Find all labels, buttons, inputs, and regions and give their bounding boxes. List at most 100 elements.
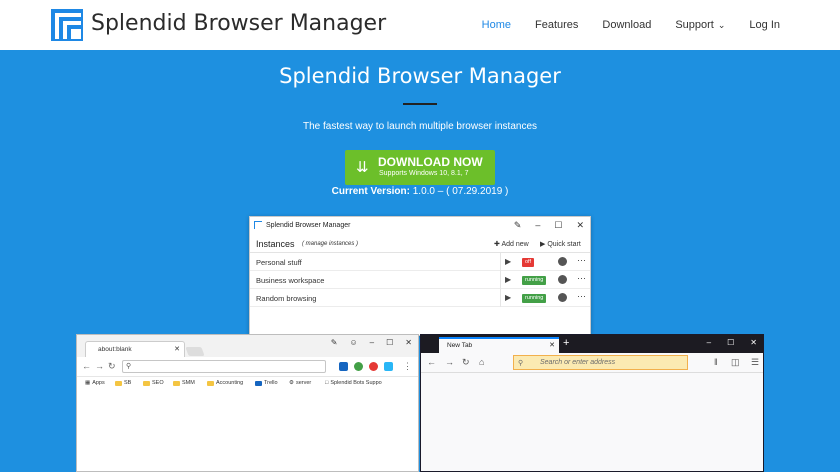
maximize-icon: ☐ xyxy=(554,220,563,230)
status-badge: running xyxy=(522,294,547,303)
chrome-window-screenshot: about:blank ✕ ✎ ☺ – ☐ ✕ ← → ↻ ⚲ ⋮ ▦ Apps … xyxy=(76,334,419,472)
column-divider xyxy=(500,289,501,307)
close-icon: ✕ xyxy=(174,346,180,353)
chrome-address-bar: ⚲ xyxy=(122,360,326,373)
status-badge: off xyxy=(522,258,535,267)
minimize-icon: – xyxy=(369,338,375,347)
chrome-icon xyxy=(558,275,567,284)
bookmark-label: Accounting xyxy=(216,380,244,386)
chrome-icon xyxy=(558,257,567,266)
bookmark-item: ▦ Apps xyxy=(85,380,105,386)
app-titlebar: Splendid Browser Manager ✎ – ☐ ✕ xyxy=(250,217,590,235)
instance-name: Personal stuff xyxy=(256,258,302,267)
folder-icon xyxy=(173,380,180,386)
bookmarks-bar: ▦ Apps SB SEO SMM Accounting Trello ⚙ serv… xyxy=(77,377,418,390)
home-icon: ⌂ xyxy=(479,357,485,367)
bookmark-label: SEO xyxy=(152,380,164,386)
instance-row: Personal stuff ▶ off ⋯ xyxy=(250,253,590,271)
menu-item-features[interactable]: Features xyxy=(535,19,578,31)
menu-item-support[interactable]: Support ⌄ xyxy=(675,19,725,31)
bookmark-item: SMM xyxy=(173,380,195,386)
profile-icon: ☺ xyxy=(349,338,358,347)
menu-item-download[interactable]: Download xyxy=(602,19,651,31)
menu-item-support-label: Support xyxy=(675,19,714,31)
minimize-icon: – xyxy=(706,338,712,347)
menu-item-login[interactable]: Log In xyxy=(749,19,780,31)
chrome-toolbar: ← → ↻ ⚲ ⋮ xyxy=(77,357,418,377)
close-icon: ✕ xyxy=(576,220,584,230)
bookmark-item: SB xyxy=(115,380,131,386)
instance-row: Business workspace ▶ running ⋯ xyxy=(250,271,590,289)
menu-item-home[interactable]: Home xyxy=(482,19,511,31)
forward-icon: → xyxy=(445,357,454,367)
download-button[interactable]: ⇊ DOWNLOAD NOW Supports Windows 10, 8.1,… xyxy=(345,150,495,185)
instance-name: Random browsing xyxy=(256,294,317,303)
firefox-tab-label: New Tab xyxy=(447,342,473,349)
bookmark-label: Trello xyxy=(264,380,278,386)
brand-name[interactable]: Splendid Browser Manager xyxy=(91,11,386,36)
chrome-tab-label: about:blank xyxy=(98,346,132,353)
close-icon: ✕ xyxy=(549,342,555,349)
instances-header: Instances ( manage instances ) ✚ Add new… xyxy=(250,235,590,253)
chrome-tab: about:blank ✕ xyxy=(85,341,185,357)
reload-icon: ↻ xyxy=(108,361,116,371)
menu-icon: ⋮ xyxy=(403,361,412,371)
more-icon: ⋯ xyxy=(577,255,586,265)
bookmark-item: ⚙ server xyxy=(289,380,311,386)
bookmark-label: SMM xyxy=(182,380,195,386)
page-icon: □ xyxy=(325,380,329,386)
bookmark-label: SB xyxy=(124,380,132,386)
menu-icon: ☰ xyxy=(751,357,760,367)
quick-start-label: Quick start xyxy=(547,241,581,248)
forward-icon: → xyxy=(95,361,104,371)
library-icon: ‖ xyxy=(714,357,718,367)
server-icon: ⚙ xyxy=(289,380,294,386)
logo-icon[interactable] xyxy=(51,9,83,41)
extension-icon xyxy=(369,362,378,371)
search-icon: ⚲ xyxy=(126,363,132,370)
play-icon: ▶ xyxy=(505,293,512,302)
version-label: Current Version: xyxy=(331,186,410,197)
reload-icon: ↻ xyxy=(462,357,470,367)
app-logo-icon xyxy=(254,221,262,229)
close-icon: ✕ xyxy=(750,338,757,347)
window-controls: ✎ ☺ – ☐ ✕ xyxy=(331,338,412,347)
more-icon: ⋯ xyxy=(577,273,586,283)
column-divider xyxy=(500,271,501,289)
manage-instances-link: ( manage instances ) xyxy=(302,241,359,247)
main-menu: Home Features Download Support ⌄ Log In xyxy=(482,0,780,50)
sidebar-icon: ◫ xyxy=(731,357,740,367)
trello-icon xyxy=(255,380,262,386)
bookmark-item: Trello xyxy=(255,380,278,386)
settings-icon: ✎ xyxy=(513,220,522,230)
bookmark-item: Accounting xyxy=(207,380,243,386)
download-button-label: DOWNLOAD NOW xyxy=(378,155,483,169)
firefox-tab: New Tab ✕ xyxy=(439,337,559,353)
instance-row: Random browsing ▶ running ⋯ xyxy=(250,289,590,307)
address-placeholder: Search or enter address xyxy=(540,359,616,366)
current-version: Current Version: 1.0.0 – ( 07.29.2019 ) xyxy=(0,186,840,197)
firefox-window-screenshot: New Tab ✕ + – ☐ ✕ ← → ↻ ⌂ ⚲ Search or en… xyxy=(420,334,764,472)
bookmark-item: SEO xyxy=(143,380,164,386)
minimize-icon: – xyxy=(535,220,541,230)
firefox-address-bar: ⚲ Search or enter address xyxy=(513,355,688,370)
add-new-label: Add new xyxy=(501,241,529,248)
double-chevron-down-icon: ⇊ xyxy=(356,159,369,176)
window-controls: ✎ – ☐ ✕ xyxy=(514,220,584,231)
folder-icon xyxy=(207,380,214,386)
close-icon: ✕ xyxy=(405,338,412,347)
extension-icon xyxy=(339,362,348,371)
chrome-tabstrip: about:blank ✕ ✎ ☺ – ☐ ✕ xyxy=(77,335,418,357)
window-controls: – ☐ ✕ xyxy=(707,338,757,347)
status-badge: running xyxy=(522,276,547,285)
instance-name: Business workspace xyxy=(256,276,325,285)
search-icon: ⚲ xyxy=(518,360,524,367)
new-tab-icon: + xyxy=(563,337,570,349)
top-navbar: Splendid Browser Manager Home Features D… xyxy=(0,0,840,50)
extension-icon xyxy=(354,362,363,371)
settings-icon: ✎ xyxy=(330,338,338,347)
play-icon: ▶ xyxy=(505,257,512,266)
app-window-title: Splendid Browser Manager xyxy=(266,222,351,229)
back-icon: ← xyxy=(427,357,436,367)
new-tab-icon xyxy=(185,347,205,356)
